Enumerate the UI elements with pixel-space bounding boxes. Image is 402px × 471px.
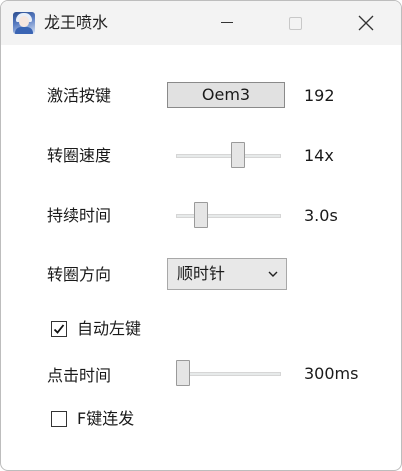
title-bar[interactable]: 龙王喷水: [1, 1, 401, 45]
spin-direction-label: 转圈方向: [47, 265, 112, 284]
click-time-value: 300ms: [304, 364, 359, 383]
maximize-icon: [289, 17, 302, 30]
duration-slider[interactable]: [176, 201, 281, 231]
auto-left-click-checkbox[interactable]: [51, 321, 67, 337]
activation-key-button[interactable]: Oem3: [167, 82, 285, 108]
spin-speed-slider[interactable]: [176, 141, 281, 171]
close-icon: [358, 15, 374, 31]
slider-track: [176, 154, 281, 158]
slider-thumb[interactable]: [230, 142, 245, 168]
close-button[interactable]: [342, 1, 388, 45]
slider-track: [176, 214, 281, 218]
checkmark-icon: [53, 324, 65, 334]
click-time-slider[interactable]: [176, 359, 281, 389]
activation-key-code: 192: [304, 86, 335, 105]
f-key-burst-checkbox[interactable]: [51, 411, 67, 427]
duration-value: 3.0s: [304, 206, 338, 225]
spin-speed-label: 转圈速度: [47, 146, 112, 165]
duration-label: 持续时间: [47, 206, 112, 225]
spin-speed-value: 14x: [304, 146, 334, 165]
slider-thumb[interactable]: [176, 360, 190, 386]
auto-left-click-label[interactable]: 自动左键: [77, 318, 141, 340]
minimize-button[interactable]: [208, 1, 254, 45]
minimize-icon: [221, 22, 233, 23]
window-title: 龙王喷水: [44, 13, 109, 32]
spin-direction-select[interactable]: 顺时针: [167, 258, 287, 290]
app-window: 龙王喷水 激活按键 Oem3 192 转圈速度 14x 持续时间 3.0s 转圈…: [0, 0, 402, 471]
app-avatar-icon: [13, 12, 35, 34]
f-key-burst-label[interactable]: F键连发: [77, 408, 134, 430]
slider-track: [176, 372, 281, 376]
click-time-label: 点击时间: [47, 366, 112, 385]
chevron-down-icon: [268, 271, 278, 277]
spin-direction-selected: 顺时针: [177, 264, 226, 283]
slider-thumb[interactable]: [194, 202, 209, 228]
activation-key-label: 激活按键: [47, 86, 112, 105]
maximize-button[interactable]: [272, 1, 318, 45]
